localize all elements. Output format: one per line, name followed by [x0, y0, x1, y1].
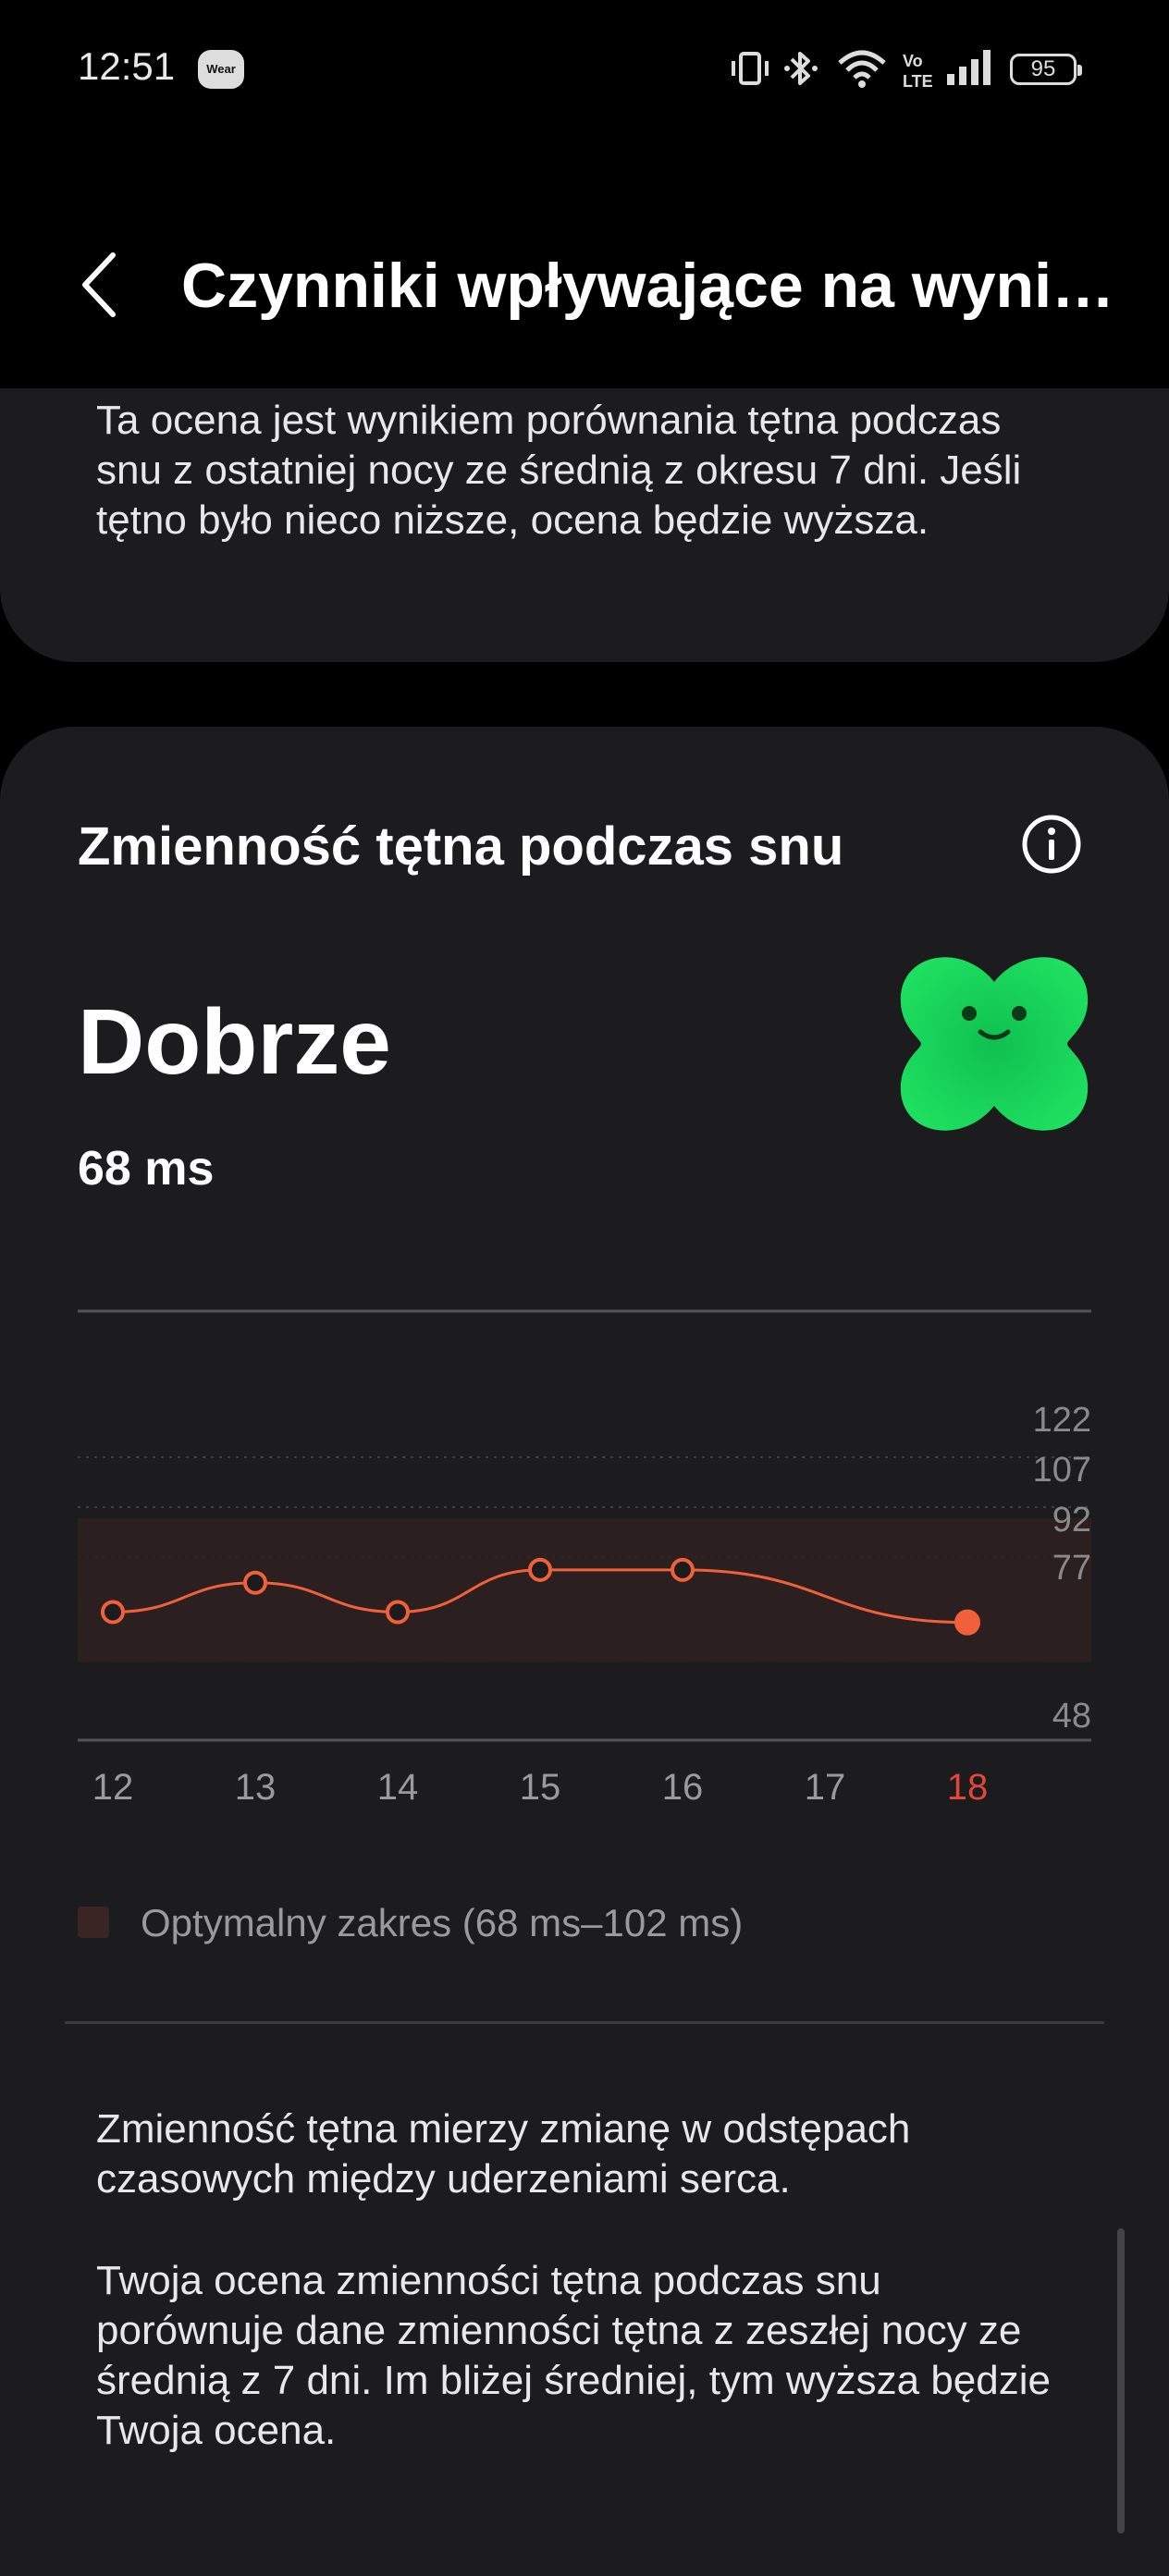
hrv-chart: 122 107 92 77 48 12 13 14 15 16 17 18	[78, 1309, 1091, 1808]
back-button[interactable]	[72, 248, 128, 322]
legend-label: Optymalny zakres (68 ms–102 ms)	[141, 1901, 744, 1944]
scrollbar[interactable]	[1117, 2228, 1125, 2533]
x-tick-label: 13	[235, 1767, 277, 1808]
x-tick-label: 12	[92, 1767, 134, 1808]
signal-icon	[947, 50, 991, 85]
vibrate-icon	[732, 52, 769, 85]
description-paragraph-2: Twoja ocena zmienności tętna podczas snu…	[96, 2258, 1051, 2453]
data-point-15	[528, 1557, 552, 1582]
data-point-16	[671, 1557, 695, 1582]
score-explanation-text: Ta ocena jest wynikiem porównania tętna …	[96, 398, 1022, 543]
x-tick-label: 15	[520, 1767, 561, 1808]
svg-text:Vo: Vo	[903, 52, 923, 70]
data-point-12	[101, 1600, 125, 1625]
svg-text:LTE: LTE	[903, 72, 932, 91]
y-tick-label: 48	[1052, 1697, 1091, 1736]
optimal-range-band	[78, 1518, 1091, 1662]
chevron-left-icon	[82, 252, 116, 317]
hrv-status: Dobrze	[78, 990, 391, 1094]
hrv-title: Zmienność tętna podczas snu	[78, 816, 844, 877]
data-point-18	[954, 1609, 980, 1636]
x-tick-label: 14	[377, 1767, 419, 1808]
bluetooth-icon	[784, 52, 818, 85]
hrv-value: 68 ms	[78, 1142, 215, 1196]
x-tick-label: 17	[805, 1767, 846, 1808]
data-point-14	[386, 1600, 410, 1625]
battery-icon: 95	[1010, 54, 1082, 85]
x-tick-label: 16	[662, 1767, 704, 1808]
legend-swatch	[78, 1907, 109, 1938]
smiling-clover-icon	[900, 957, 1089, 1131]
x-tick-label: 18	[947, 1767, 989, 1808]
y-tick-label: 122	[1033, 1401, 1091, 1440]
info-icon	[1022, 815, 1081, 874]
y-tick-label: 77	[1052, 1549, 1091, 1588]
wifi-icon	[838, 50, 886, 88]
data-point-13	[243, 1570, 267, 1595]
status-time: 12:51	[78, 44, 176, 88]
status-bar: 12:51 Wear Vo LTE 95	[0, 0, 1169, 139]
volte-icon: Vo LTE	[903, 52, 932, 91]
description-paragraph-1: Zmienność tętna mierzy zmianę w odstępac…	[96, 2106, 911, 2202]
info-button[interactable]	[1021, 814, 1082, 875]
divider	[65, 2021, 1104, 2024]
y-tick-label: 92	[1052, 1501, 1091, 1539]
wear-app-icon: Wear	[198, 50, 244, 89]
y-tick-label: 107	[1033, 1451, 1091, 1490]
page-title: Czynniki wpływające na wynik snu	[181, 251, 1143, 321]
